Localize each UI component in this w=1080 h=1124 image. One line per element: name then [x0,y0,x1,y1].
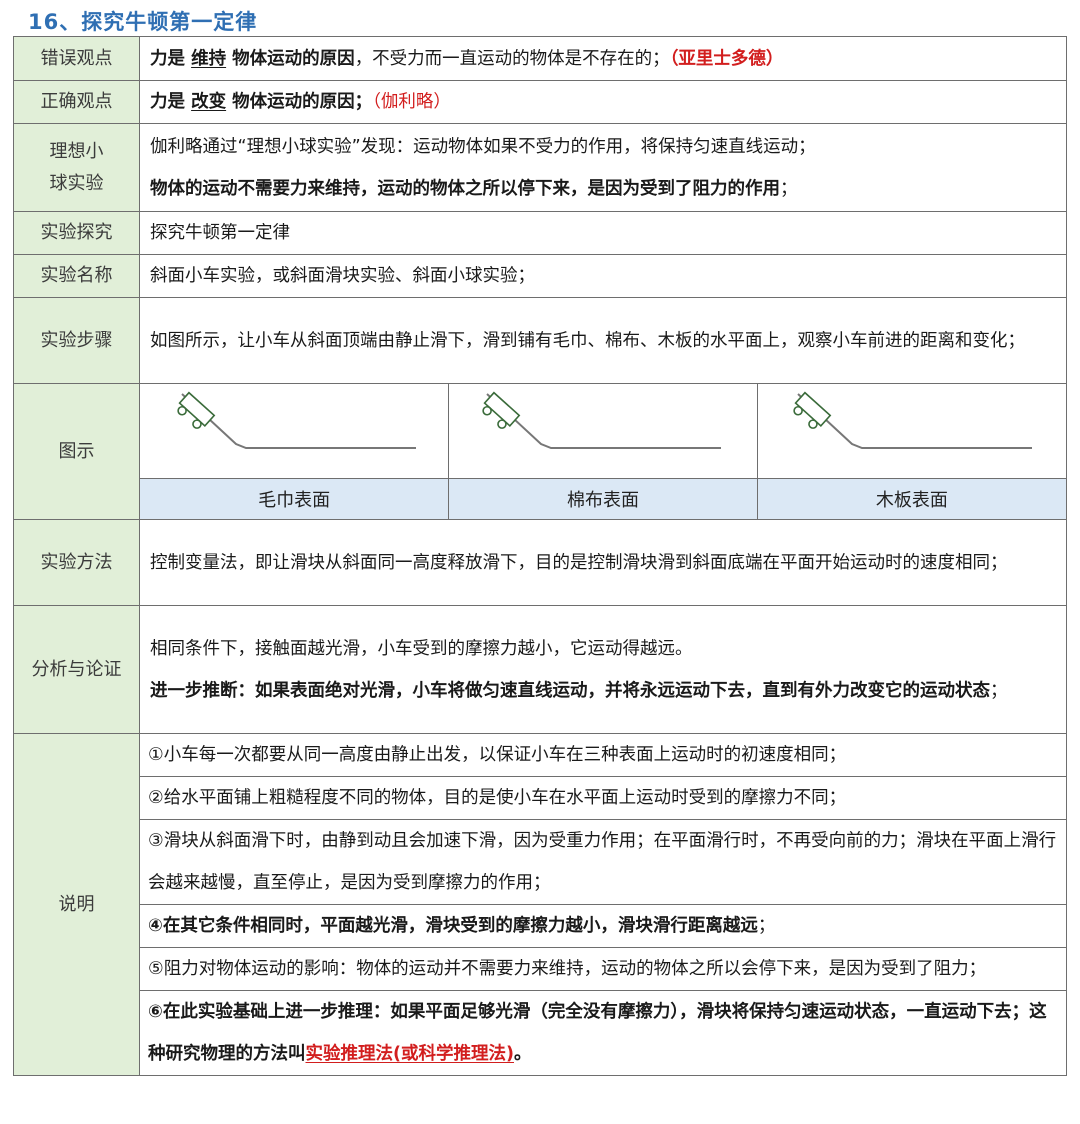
row-label-text: 理想小球实验 [49,140,104,194]
row-ideal-experiment: 理想小球实验 伽利略通过“理想小球实验”发现：运动物体如果不受力的作用，将保持匀… [13,123,1067,212]
text-segment: 物体运动的原因 [226,48,355,69]
note-item: ②给水平面铺上粗糙程度不同的物体，目的是使小车在水平面上运动时受到的摩擦力不同； [140,776,1066,820]
figure-caption: 木板表面 [757,478,1066,519]
figure-caption: 毛巾表面 [140,478,450,519]
incline-cart-diagram-icon [793,391,1032,449]
notes-cell: ①小车每一次都要从同一高度由静止出发，以保证小车在三种表面上运动时的初速度相同；… [139,733,1067,1076]
text-segment: ，不受力而一直运动的物体是不存在的； [354,48,670,69]
row-experiment-name: 实验名称 斜面小车实验，或斜面滑块实验、斜面小球实验； [13,254,1067,298]
page: 16、探究牛顿第一定律 错误观点 力是 维持 物体运动的原因，不受力而一直运动的… [0,0,1080,1124]
row-right-view: 正确观点 力是 改变 物体运动的原因；（伽利略） [13,80,1067,124]
row-content: 伽利略通过“理想小球实验”发现：运动物体如果不受力的作用，将保持匀速直线运动； … [139,123,1067,212]
row-label: 理想小球实验 [13,123,140,212]
row-label: 正确观点 [13,80,140,124]
row-label: 错误观点 [13,36,140,81]
incline-cart-diagram-icon [482,391,722,449]
text-segment: 力是 [150,48,192,69]
bold-text: ⑥在此实验基础上进一步推理：如果平面足够光滑（完全没有摩擦力），滑块将保持匀速运… [148,1002,1047,1064]
bold-text: 物体的运动不需要力来维持，运动的物体之所以停下来，是因为受到了阻力的作用 [150,178,780,199]
keyword-underlined: 改变 [191,92,227,112]
keyword-underlined: 维持 [191,48,227,69]
note-item: ⑥在此实验基础上进一步推理：如果平面足够光滑（完全没有摩擦力），滑块将保持匀速运… [140,991,1066,1076]
row-label: 实验名称 [13,254,140,298]
row-label: 实验探究 [13,211,140,255]
row-analysis: 分析与论证 相同条件下，接触面越光滑，小车受到的摩擦力越小，它运动得越远。 进一… [13,605,1067,734]
row-wrong-view: 错误观点 力是 维持 物体运动的原因，不受力而一直运动的物体是不存在的；（亚里士… [13,36,1067,81]
row-label: 实验方法 [13,519,140,606]
row-label: 实验步骤 [13,297,140,384]
text-segment: 。 [514,1044,532,1064]
row-label: 说明 [13,733,140,1076]
note-item: ③滑块从斜面滑下时，由静到动且会加速下滑，因为受重力作用；在平面滑行时，不再受向… [140,819,1066,905]
row-explore: 实验探究 探究牛顿第一定律 [13,211,1067,255]
text-line: 进一步推断：如果表面绝对光滑，小车将做匀速直线运动，并将永远运动下去，直到有外力… [150,670,1056,712]
attribution: （伽利略） [372,92,451,112]
text-segment: ； [780,178,798,199]
row-method: 实验方法 控制变量法，即让滑块从斜面同一高度释放滑下，目的是控制滑块滑到斜面底端… [13,519,1067,606]
row-content: 力是 改变 物体运动的原因；（伽利略） [139,80,1067,124]
method-name-highlight: 实验推理法(或科学推理法) [305,1044,515,1064]
figure-panel [757,384,1066,479]
figure-panel [140,384,450,479]
text-segment: ； [757,916,776,936]
row-figure: 图示 毛巾表面 棉布表面 木板表面 [13,383,1067,520]
row-notes: 说明 ①小车每一次都要从同一高度由静止出发，以保证小车在三种表面上运动时的初速度… [13,733,1067,1076]
experiment-table: 错误观点 力是 维持 物体运动的原因，不受力而一直运动的物体是不存在的；（亚里士… [13,36,1067,1076]
text-line: 物体的运动不需要力来维持，运动的物体之所以停下来，是因为受到了阻力的作用； [150,168,1056,210]
incline-cart-diagram-icon [177,391,416,449]
section-title: 16、探究牛顿第一定律 [28,10,258,34]
row-content: 力是 维持 物体运动的原因，不受力而一直运动的物体是不存在的；（亚里士多德） [139,36,1067,81]
row-content: 控制变量法，即让滑块从斜面同一高度释放滑下，目的是控制滑块滑到斜面底端在平面开始… [139,519,1067,606]
note-item: ④在其它条件相同时，平面越光滑，滑块受到的摩擦力越小，滑块滑行距离越远； [140,904,1066,948]
text-segment: 物体运动的原因； [226,92,373,112]
row-steps: 实验步骤 如图所示，让小车从斜面顶端由静止滑下，滑到铺有毛巾、棉布、木板的水平面… [13,297,1067,384]
text-line: 伽利略通过“理想小球实验”发现：运动物体如果不受力的作用，将保持匀速直线运动； [150,136,816,157]
text-line: 相同条件下，接触面越光滑，小车受到的摩擦力越小，它运动得越远。 [150,638,693,659]
row-content: 探究牛顿第一定律 [139,211,1067,255]
bold-text: ④在其它条件相同时，平面越光滑，滑块受到的摩擦力越小，滑块滑行距离越远 [148,916,758,936]
row-content: 如图所示，让小车从斜面顶端由静止滑下，滑到铺有毛巾、棉布、木板的水平面上，观察小… [139,297,1067,384]
row-content: 相同条件下，接触面越光滑，小车受到的摩擦力越小，它运动得越远。 进一步推断：如果… [139,605,1067,734]
row-label: 图示 [13,383,140,520]
bold-text: 进一步推断：如果表面绝对光滑，小车将做匀速直线运动，并将永远运动下去，直到有外力… [150,680,990,701]
text-segment: 力是 [150,92,192,112]
figure-grid: 毛巾表面 棉布表面 木板表面 [140,384,1066,519]
notes-list: ①小车每一次都要从同一高度由静止出发，以保证小车在三种表面上运动时的初速度相同；… [140,734,1066,1075]
row-content: 斜面小车实验，或斜面滑块实验、斜面小球实验； [139,254,1067,298]
attribution: （亚里士多德） [669,48,784,69]
text-segment: ； [990,680,1008,701]
figure-caption: 棉布表面 [448,478,758,519]
row-label: 分析与论证 [13,605,140,734]
note-item: ⑤阻力对物体运动的影响：物体的运动并不需要力来维持，运动的物体之所以会停下来，是… [140,947,1066,991]
figure-cell: 毛巾表面 棉布表面 木板表面 [139,383,1067,520]
note-item: ①小车每一次都要从同一高度由静止出发，以保证小车在三种表面上运动时的初速度相同； [140,734,1066,777]
figure-panel [448,384,758,479]
